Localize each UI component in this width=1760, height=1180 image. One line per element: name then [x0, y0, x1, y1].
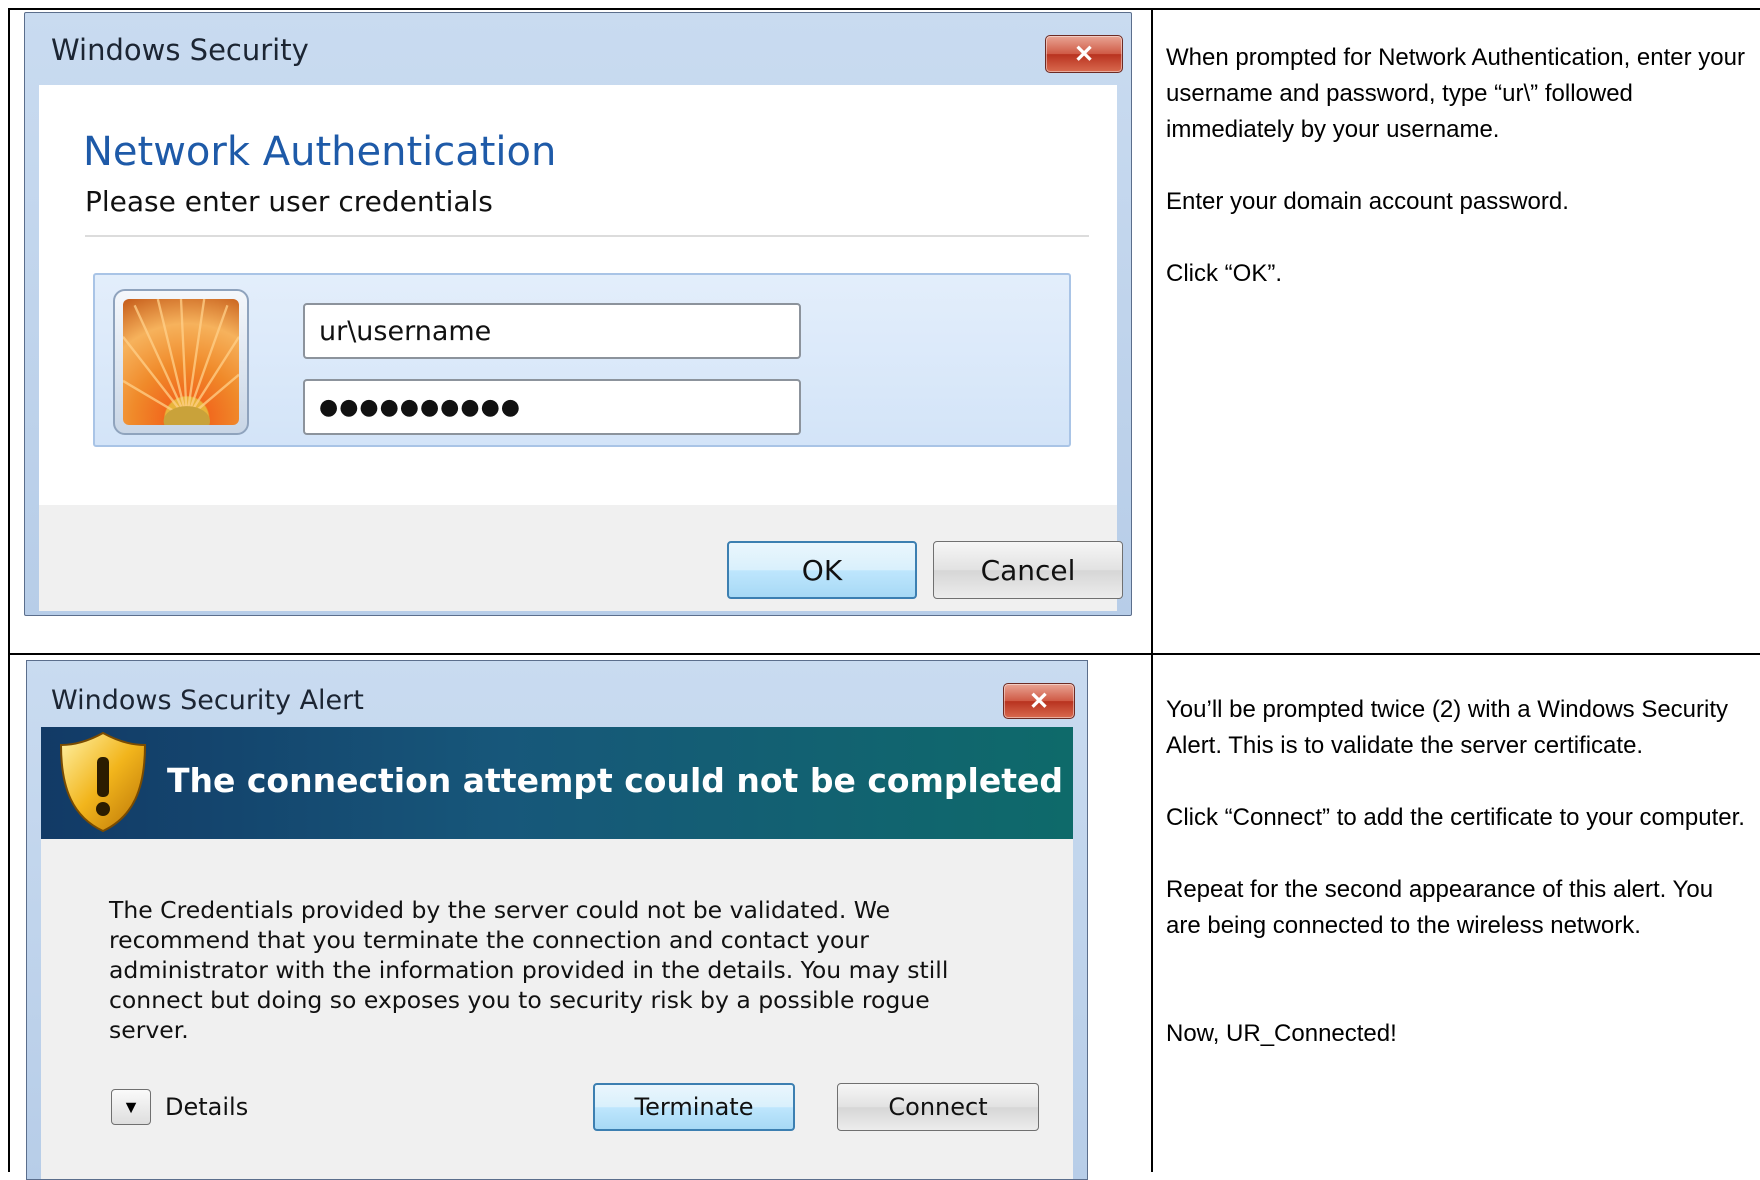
- alert-heading: The connection attempt could not be comp…: [167, 761, 1064, 800]
- terminate-button[interactable]: Terminate: [593, 1083, 795, 1131]
- details-label[interactable]: Details: [165, 1093, 248, 1121]
- close-icon: ✕: [1028, 687, 1050, 715]
- close-button[interactable]: ✕: [1045, 35, 1123, 73]
- instruction-text: Repeat for the second appearance of this…: [1166, 876, 1714, 939]
- connect-button[interactable]: Connect: [837, 1083, 1039, 1131]
- dialog-content: The Credentials provided by the server c…: [41, 839, 1073, 1179]
- chevron-down-icon[interactable]: ▼: [111, 1089, 151, 1125]
- alert-message: The Credentials provided by the server c…: [109, 896, 949, 1044]
- dialog-heading: Network Authentication: [83, 129, 557, 175]
- flower-avatar-icon: [123, 299, 239, 425]
- ok-button[interactable]: OK: [727, 541, 917, 599]
- instruction-text: Click “OK”.: [1166, 260, 1282, 287]
- divider: [85, 235, 1089, 237]
- details-toggle[interactable]: ▼ Details: [111, 1089, 248, 1125]
- button-bar: OK Cancel: [39, 505, 1123, 611]
- dialog-title: Windows Security: [51, 33, 309, 67]
- table-row-divider: [8, 653, 1760, 655]
- instruction-text: Enter your domain account password.: [1166, 188, 1569, 215]
- close-button[interactable]: ✕: [1003, 683, 1075, 719]
- alert-banner: The connection attempt could not be comp…: [41, 727, 1073, 839]
- close-icon: ✕: [1073, 40, 1095, 68]
- instructions-step2: You’ll be prompted twice (2) with a Wind…: [1166, 692, 1746, 1088]
- dialog-title: Windows Security Alert: [51, 685, 364, 716]
- instruction-text: Click “Connect” to add the certificate t…: [1166, 804, 1745, 831]
- dialog-content: Network Authentication Please enter user…: [39, 85, 1117, 505]
- instruction-text: When prompted for Network Authentication…: [1166, 44, 1745, 143]
- username-input[interactable]: ur\username: [303, 303, 801, 359]
- cancel-button[interactable]: Cancel: [933, 541, 1123, 599]
- password-input[interactable]: ●●●●●●●●●●: [303, 379, 801, 435]
- dialog-subheading: Please enter user credentials: [85, 185, 493, 218]
- windows-security-dialog: Windows Security ✕ Network Authenticatio…: [24, 12, 1132, 616]
- credential-tile: ur\username ●●●●●●●●●●: [93, 273, 1071, 447]
- table-column-divider: [1151, 8, 1153, 1172]
- windows-security-alert-dialog: Windows Security Alert ✕ The connection …: [26, 660, 1088, 1180]
- instructions-step1: When prompted for Network Authentication…: [1166, 40, 1746, 328]
- instruction-text: You’ll be prompted twice (2) with a Wind…: [1166, 696, 1729, 759]
- warning-shield-icon: [59, 731, 147, 833]
- user-avatar: [113, 289, 249, 435]
- instruction-text: Now, UR_Connected!: [1166, 1020, 1397, 1047]
